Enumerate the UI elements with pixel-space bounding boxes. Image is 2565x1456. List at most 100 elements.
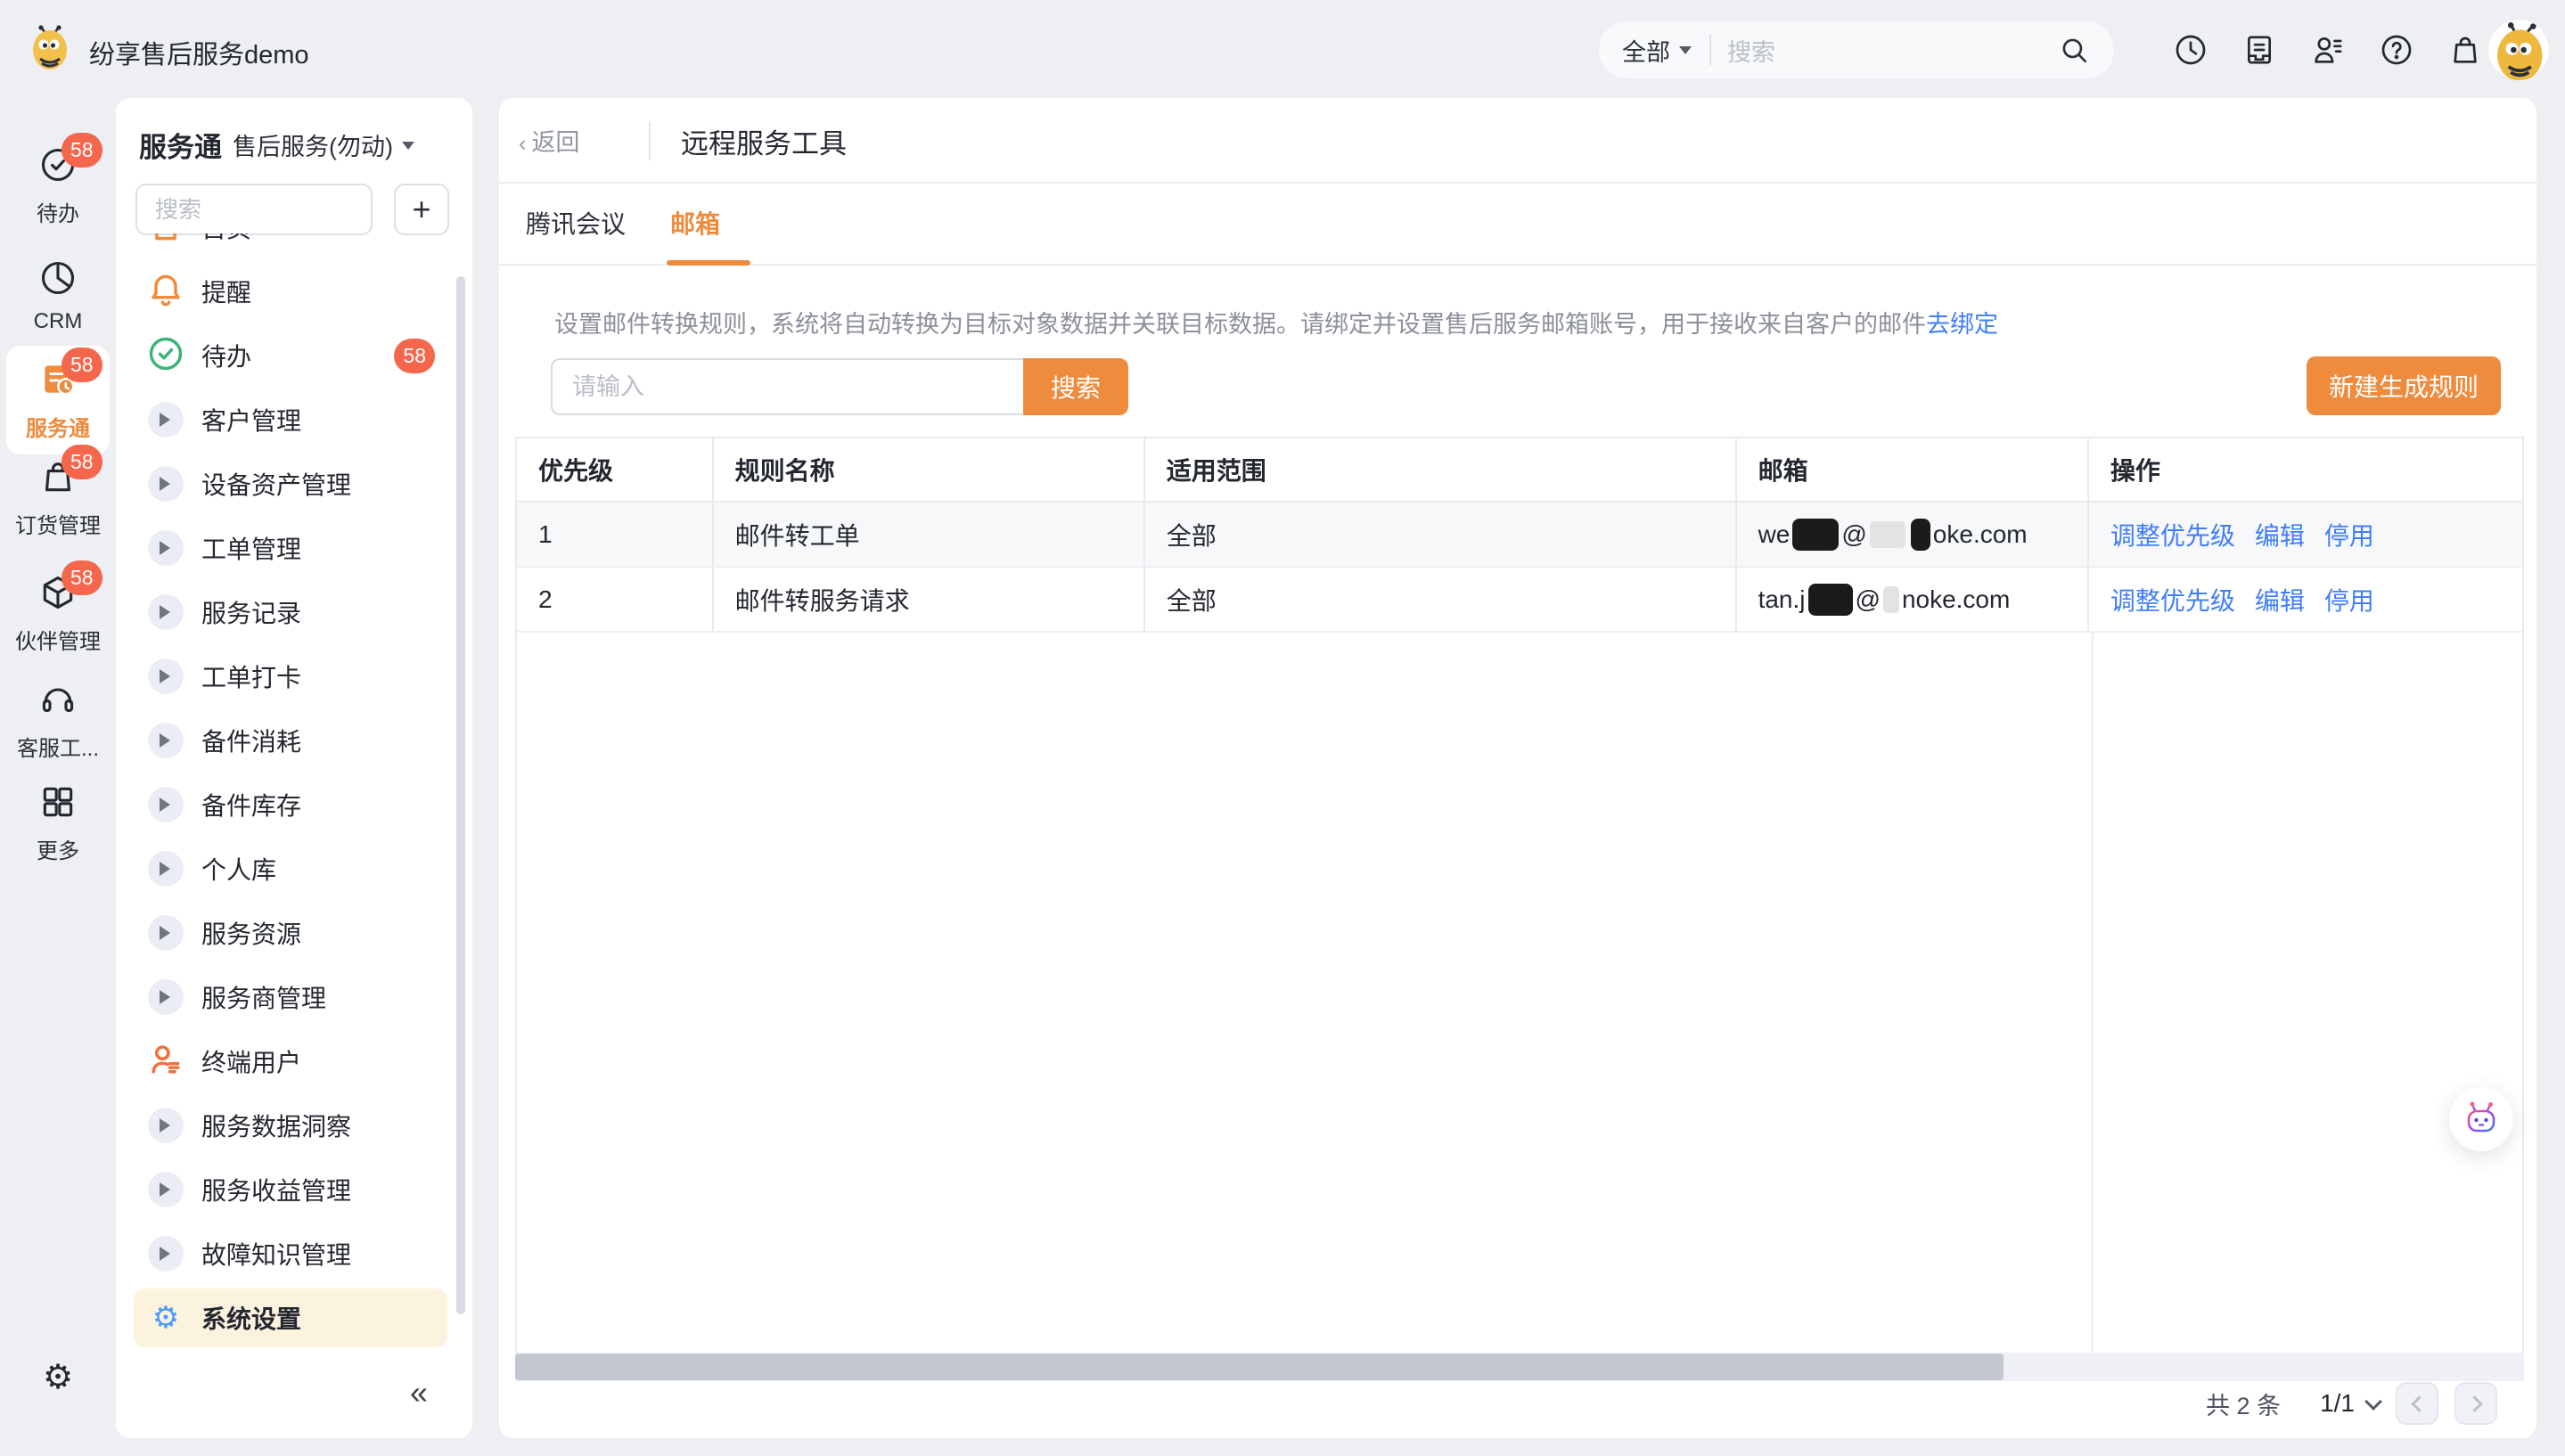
expand-chevron-icon[interactable] bbox=[148, 530, 184, 566]
adjust-priority-link[interactable]: 调整优先级 bbox=[2110, 517, 2235, 552]
chevron-down-icon bbox=[402, 142, 414, 156]
expand-chevron-icon[interactable] bbox=[148, 851, 184, 887]
contacts-icon[interactable] bbox=[2310, 32, 2346, 68]
adjust-priority-link[interactable]: 调整优先级 bbox=[2110, 582, 2235, 618]
disable-link[interactable]: 停用 bbox=[2324, 582, 2374, 618]
edit-link[interactable]: 编辑 bbox=[2255, 517, 2305, 552]
tab-mailbox[interactable]: 邮箱 bbox=[670, 205, 720, 241]
sidebar-item-label: 工单打卡 bbox=[201, 658, 301, 694]
assistant-robot-button[interactable] bbox=[2449, 1087, 2513, 1151]
sidebar-item-label: 系统设置 bbox=[201, 1300, 301, 1336]
horizontal-scrollbar-thumb[interactable] bbox=[515, 1354, 2004, 1380]
horizontal-scrollbar-track bbox=[515, 1353, 2524, 1381]
expand-chevron-icon[interactable] bbox=[148, 594, 184, 630]
grid-icon bbox=[38, 782, 78, 822]
sidebar-item-label: 备件库存 bbox=[201, 787, 301, 822]
sidebar-item-15[interactable]: 服务收益管理 bbox=[134, 1160, 447, 1219]
settings-gear-icon[interactable]: ⚙ bbox=[40, 1360, 76, 1395]
sidebar-scrollbar[interactable] bbox=[456, 276, 465, 1314]
sidebar-item-0[interactable]: 首页 bbox=[134, 233, 447, 257]
sidebar-collapse-button[interactable]: « bbox=[410, 1374, 428, 1411]
expand-chevron-icon[interactable] bbox=[148, 402, 184, 438]
rule-search-input[interactable] bbox=[551, 358, 1023, 415]
redaction-block bbox=[1883, 586, 1899, 613]
notification-badge: 58 bbox=[61, 348, 102, 382]
expand-chevron-icon[interactable] bbox=[148, 723, 184, 758]
sidebar-item-16[interactable]: 故障知识管理 bbox=[134, 1224, 447, 1283]
expand-chevron-icon[interactable] bbox=[148, 658, 184, 694]
bag-icon[interactable] bbox=[2447, 32, 2483, 68]
sidebar-item-2[interactable]: 待办58 bbox=[134, 326, 447, 385]
rail-item-nav0[interactable]: 58待办 bbox=[6, 145, 110, 227]
page-selector[interactable]: 1/1 bbox=[2320, 1389, 2380, 1418]
sidebar-item-5[interactable]: 工单管理 bbox=[134, 519, 447, 577]
sidebar-item-4[interactable]: 设备资产管理 bbox=[134, 454, 447, 513]
back-button[interactable]: ‹返回 bbox=[519, 123, 579, 158]
module-switcher[interactable]: 服务通 售后服务(勿动) bbox=[139, 125, 414, 165]
expand-chevron-icon[interactable] bbox=[148, 1108, 184, 1143]
robot-icon bbox=[2462, 1100, 2501, 1139]
notification-badge: 58 bbox=[61, 445, 102, 479]
disable-link[interactable]: 停用 bbox=[2324, 517, 2374, 552]
sidebar-item-8[interactable]: 备件消耗 bbox=[134, 711, 447, 770]
sidebar-item-12[interactable]: 服务商管理 bbox=[134, 968, 447, 1027]
tab-tencent-meeting[interactable]: 腾讯会议 bbox=[526, 205, 626, 241]
edit-link[interactable]: 编辑 bbox=[2255, 582, 2305, 618]
sidebar-item-9[interactable]: 备件库存 bbox=[134, 775, 447, 834]
rule-name-cell: 邮件转工单 bbox=[714, 503, 1145, 566]
global-search-placeholder[interactable]: 搜索 bbox=[1727, 33, 2057, 68]
sidebar-search-input[interactable] bbox=[135, 184, 373, 235]
rail-item-nav4[interactable]: 58伙伴管理 bbox=[6, 573, 110, 655]
sidebar-item-label: 首页 bbox=[201, 233, 251, 245]
help-icon[interactable] bbox=[2379, 32, 2414, 68]
notification-badge: 58 bbox=[61, 133, 102, 168]
search-button[interactable]: 搜索 bbox=[1023, 358, 1128, 415]
expand-chevron-icon[interactable] bbox=[148, 1236, 184, 1272]
rail-item-label: 订货管理 bbox=[6, 508, 110, 539]
sidebar-item-label: 提醒 bbox=[201, 274, 251, 309]
sidebar-item-3[interactable]: 客户管理 bbox=[134, 390, 447, 449]
expand-chevron-icon[interactable] bbox=[148, 1172, 184, 1207]
column-header-0: 优先级 bbox=[517, 438, 714, 501]
sidebar-item-11[interactable]: 服务资源 bbox=[134, 904, 447, 962]
rail-item-nav6[interactable]: 更多 bbox=[6, 782, 110, 864]
unbind-link[interactable]: 去绑定 bbox=[1926, 311, 1998, 338]
headset-icon bbox=[38, 680, 78, 719]
redaction-block bbox=[1808, 584, 1853, 616]
rail-item-nav3[interactable]: 58订货管理 bbox=[6, 457, 110, 539]
sidebar-item-10[interactable]: 个人库 bbox=[134, 839, 447, 898]
expand-chevron-icon[interactable] bbox=[148, 979, 184, 1015]
clock-icon[interactable] bbox=[2173, 32, 2209, 68]
sidebar-item-14[interactable]: 服务数据洞察 bbox=[134, 1096, 447, 1155]
sidebar-item-6[interactable]: 服务记录 bbox=[134, 583, 447, 642]
expand-chevron-icon[interactable] bbox=[148, 915, 184, 951]
workbench-icon[interactable] bbox=[2241, 32, 2277, 68]
expand-chevron-icon[interactable] bbox=[148, 787, 184, 822]
sidebar-item-label: 个人库 bbox=[201, 851, 276, 887]
sidebar-item-13[interactable]: 终端用户 bbox=[134, 1032, 447, 1091]
next-page-button[interactable] bbox=[2454, 1382, 2497, 1425]
notification-badge: 58 bbox=[61, 560, 102, 595]
prev-page-button[interactable] bbox=[2396, 1382, 2438, 1425]
chevron-down-icon bbox=[2364, 1393, 2382, 1411]
add-button[interactable]: + bbox=[394, 184, 449, 235]
rail-item-crm[interactable]: CRM bbox=[6, 258, 110, 334]
global-search-bar[interactable]: 全部 搜索 bbox=[1599, 21, 2114, 78]
sidebar-item-17[interactable]: ⚙系统设置 bbox=[134, 1288, 447, 1347]
divider bbox=[1709, 35, 1711, 65]
bell-icon bbox=[146, 270, 185, 314]
rail-item-nav2[interactable]: 58服务通 bbox=[6, 346, 110, 454]
search-scope-selector[interactable]: 全部 bbox=[1622, 33, 1670, 68]
sidebar-item-label: 服务记录 bbox=[201, 594, 301, 630]
app-logo-bee-icon bbox=[27, 25, 75, 73]
expand-chevron-icon[interactable] bbox=[148, 466, 184, 502]
sidebar-item-1[interactable]: 提醒 bbox=[134, 262, 447, 321]
sidebar-item-7[interactable]: 工单打卡 bbox=[134, 647, 447, 706]
user-avatar[interactable] bbox=[2488, 20, 2549, 80]
search-icon[interactable] bbox=[2057, 33, 2091, 67]
crm-icon bbox=[38, 258, 78, 298]
column-separator bbox=[2092, 633, 2094, 1362]
rail-item-nav5[interactable]: 客服工... bbox=[6, 680, 110, 762]
pagination: 共 2 条 1/1 bbox=[2206, 1381, 2497, 1426]
create-rule-button[interactable]: 新建生成规则 bbox=[2307, 356, 2501, 415]
